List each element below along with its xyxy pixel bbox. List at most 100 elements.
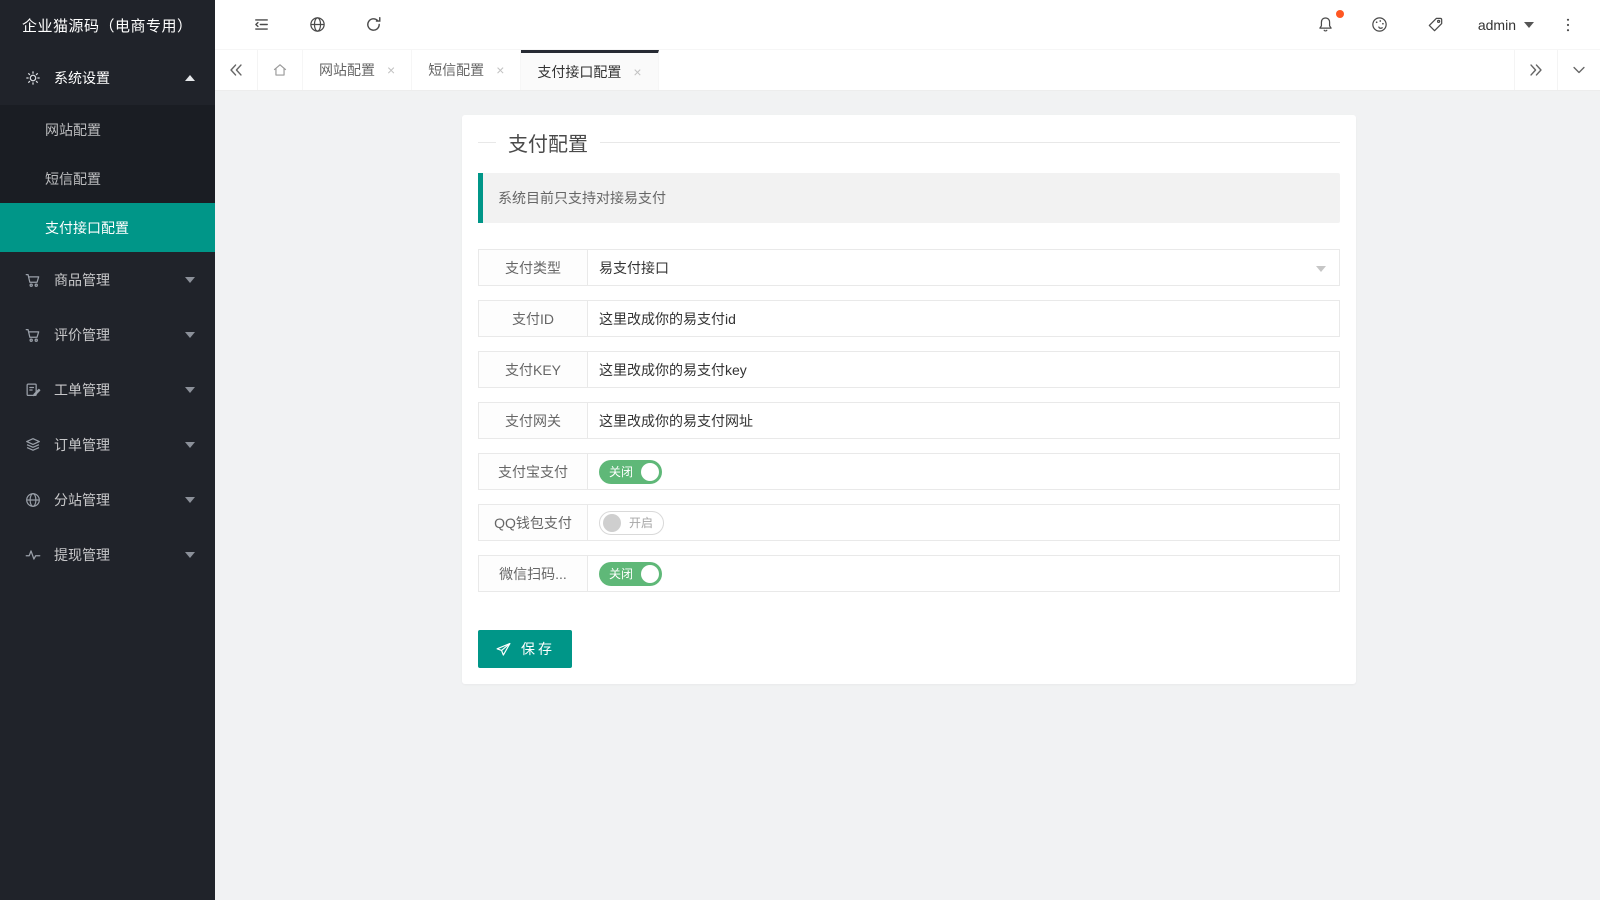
- sidebar-item-label: 订单管理: [54, 435, 185, 455]
- field-label: 支付类型: [479, 250, 588, 285]
- alipay-switch[interactable]: 关闭: [599, 460, 662, 484]
- save-button[interactable]: 保存: [478, 630, 572, 668]
- selected-option: 易支付接口: [599, 258, 669, 278]
- pay-key-input[interactable]: [599, 352, 1339, 387]
- tab-website-config[interactable]: 网站配置 ×: [303, 50, 412, 90]
- sidebar-item-ticket-management[interactable]: 工单管理: [0, 362, 215, 417]
- palette-icon[interactable]: [1352, 0, 1408, 50]
- tab-bar: 网站配置 × 短信配置 × 支付接口配置 ×: [215, 50, 1600, 91]
- system-settings-submenu: 网站配置 短信配置 支付接口配置: [0, 105, 215, 252]
- field-value-cell: 开启: [588, 505, 1339, 540]
- sidebar-nav: 系统设置 网站配置 短信配置 支付接口配置 商品管理: [0, 50, 215, 582]
- caret-down-icon: [185, 387, 195, 393]
- pay-gateway-input[interactable]: [599, 403, 1339, 438]
- field-value-cell: [588, 403, 1339, 438]
- switch-knob: [641, 565, 659, 583]
- tab-home[interactable]: [258, 50, 303, 90]
- field-label: QQ钱包支付: [479, 505, 588, 540]
- caret-down-icon: [1524, 22, 1534, 28]
- sidebar-item-review-management[interactable]: 评价管理: [0, 307, 215, 362]
- caret-down-icon: [185, 332, 195, 338]
- tab-label: 短信配置: [428, 60, 484, 80]
- wechat-scan-switch[interactable]: 关闭: [599, 562, 662, 586]
- card-title-block: 支付配置: [478, 125, 1340, 159]
- title-divider: [600, 142, 1340, 143]
- field-label: 支付KEY: [479, 352, 588, 387]
- form-row-pay-id: 支付ID: [478, 300, 1340, 337]
- qq-wallet-switch[interactable]: 开启: [599, 511, 664, 535]
- switch-knob: [603, 514, 621, 532]
- tab-payment-config[interactable]: 支付接口配置 ×: [521, 50, 658, 90]
- refresh-icon[interactable]: [345, 0, 401, 50]
- tab-label: 支付接口配置: [537, 62, 621, 82]
- pay-type-select[interactable]: 易支付接口: [588, 250, 1339, 285]
- switch-text: 开启: [629, 514, 653, 531]
- sidebar-subitem-label: 支付接口配置: [45, 218, 129, 238]
- sidebar-subitem-label: 短信配置: [45, 169, 101, 189]
- sidebar-item-sms-config[interactable]: 短信配置: [0, 154, 215, 203]
- sidebar: 企业猫源码（电商专用） 系统设置 网站配置 短信配置 支付接口配置: [0, 0, 215, 900]
- form-row-wechat-scan: 微信扫码... 关闭: [478, 555, 1340, 592]
- top-header: admin: [215, 0, 1600, 50]
- tabs-scroll-left-icon[interactable]: [215, 50, 258, 90]
- tab-label: 网站配置: [319, 60, 375, 80]
- close-icon[interactable]: ×: [633, 65, 641, 79]
- send-icon: [495, 641, 512, 658]
- form-row-pay-gateway: 支付网关: [478, 402, 1340, 439]
- sidebar-item-payment-config[interactable]: 支付接口配置: [0, 203, 215, 252]
- alert-text: 系统目前只支持对接易支付: [498, 190, 666, 206]
- form-row-pay-key: 支付KEY: [478, 351, 1340, 388]
- close-icon[interactable]: ×: [496, 63, 504, 77]
- field-value-cell: 关闭: [588, 556, 1339, 591]
- sidebar-item-label: 系统设置: [54, 68, 185, 88]
- tabbar-spacer: [659, 50, 1514, 90]
- cart-icon: [24, 271, 42, 289]
- caret-down-icon: [185, 277, 195, 283]
- field-value-cell: [588, 352, 1339, 387]
- title-divider: [478, 142, 496, 143]
- sidebar-item-label: 评价管理: [54, 325, 185, 345]
- form-row-alipay: 支付宝支付 关闭: [478, 453, 1340, 490]
- sidebar-item-order-management[interactable]: 订单管理: [0, 417, 215, 472]
- more-vertical-icon[interactable]: [1548, 0, 1588, 50]
- switch-text: 关闭: [609, 463, 633, 480]
- tag-icon[interactable]: [1408, 0, 1464, 50]
- caret-down-icon: [185, 497, 195, 503]
- sidebar-item-withdrawal-management[interactable]: 提现管理: [0, 527, 215, 582]
- field-label: 支付网关: [479, 403, 588, 438]
- user-menu[interactable]: admin: [1464, 0, 1548, 50]
- worksheet-icon: [24, 381, 42, 399]
- layers-icon: [24, 436, 42, 454]
- field-label: 微信扫码...: [479, 556, 588, 591]
- switch-knob: [641, 463, 659, 481]
- pay-id-input[interactable]: [599, 301, 1339, 336]
- sidebar-item-system-settings[interactable]: 系统设置: [0, 50, 215, 105]
- sidebar-item-website-config[interactable]: 网站配置: [0, 105, 215, 154]
- app-title: 企业猫源码（电商专用）: [0, 0, 215, 50]
- sidebar-item-label: 工单管理: [54, 380, 185, 400]
- tabs-menu-icon[interactable]: [1557, 50, 1600, 90]
- sidebar-item-label: 提现管理: [54, 545, 185, 565]
- globe-icon: [24, 491, 42, 509]
- pulse-icon: [24, 546, 42, 564]
- notification-dot: [1336, 10, 1344, 18]
- sidebar-item-substation-management[interactable]: 分站管理: [0, 472, 215, 527]
- close-icon[interactable]: ×: [387, 63, 395, 77]
- bell-icon[interactable]: [1300, 0, 1352, 50]
- field-label: 支付ID: [479, 301, 588, 336]
- gear-icon: [24, 69, 42, 87]
- globe-icon[interactable]: [289, 0, 345, 50]
- menu-fold-icon[interactable]: [233, 0, 289, 50]
- sidebar-subitem-label: 网站配置: [45, 120, 101, 140]
- sidebar-item-product-management[interactable]: 商品管理: [0, 252, 215, 307]
- tab-sms-config[interactable]: 短信配置 ×: [412, 50, 521, 90]
- payment-config-card: 支付配置 系统目前只支持对接易支付 支付类型 易支付接口 支付ID: [462, 115, 1356, 684]
- field-label: 支付宝支付: [479, 454, 588, 489]
- user-name: admin: [1478, 17, 1516, 33]
- caret-down-icon: [185, 442, 195, 448]
- payment-form: 支付类型 易支付接口 支付ID 支付KEY: [478, 249, 1340, 668]
- field-value-cell: 关闭: [588, 454, 1339, 489]
- form-row-pay-type: 支付类型 易支付接口: [478, 249, 1340, 286]
- tabs-scroll-right-icon[interactable]: [1514, 50, 1557, 90]
- cart-icon: [24, 326, 42, 344]
